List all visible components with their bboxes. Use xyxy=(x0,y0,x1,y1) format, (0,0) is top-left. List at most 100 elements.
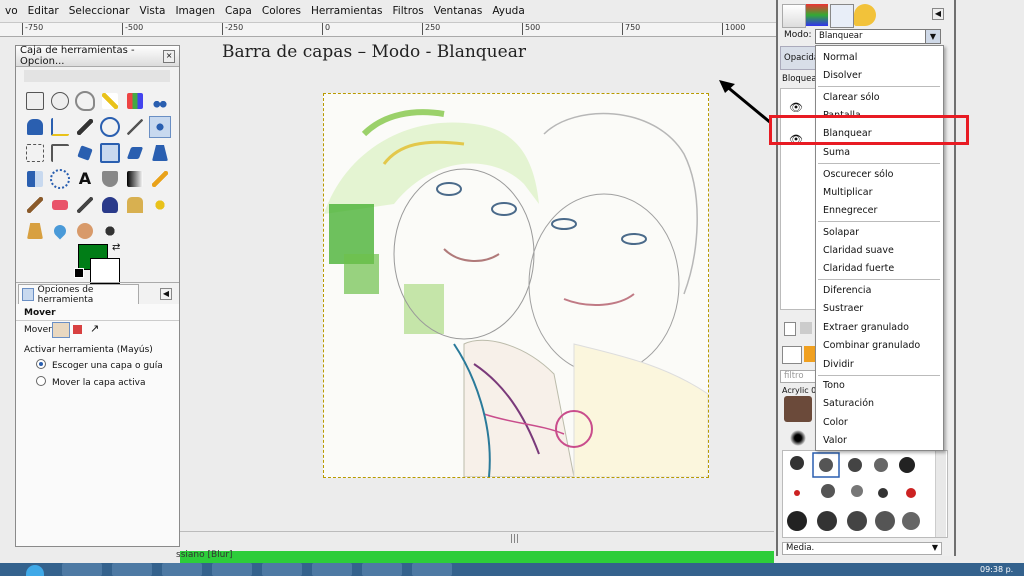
text-tool-icon[interactable]: A xyxy=(74,168,96,190)
mode-option-combinar-granulado[interactable]: Combinar granulado xyxy=(823,340,920,351)
brushes-tab-icon[interactable] xyxy=(782,346,802,364)
menu-item-ventanas[interactable]: Ventanas xyxy=(429,5,488,17)
blend-tool-icon[interactable] xyxy=(124,168,146,190)
taskbar-app-powerpoint[interactable] xyxy=(312,563,352,576)
move-path-mode-icon[interactable]: ↗ xyxy=(90,322,99,335)
crop-tool-icon[interactable] xyxy=(49,142,71,164)
ellipse-select-tool-icon[interactable] xyxy=(49,90,71,112)
paintbrush-tool-icon[interactable] xyxy=(24,194,46,216)
taskbar-app-chrome[interactable] xyxy=(112,563,152,576)
toolbox-titlebar[interactable]: Caja de herramientas - Opcion... × xyxy=(16,45,179,67)
paths-tool-icon[interactable] xyxy=(49,116,71,138)
media-select[interactable]: Media. ▼ xyxy=(782,542,942,555)
zoom-tool-icon[interactable] xyxy=(99,116,121,138)
brushes-grid[interactable] xyxy=(782,450,948,538)
mode-option-ennegrecer[interactable]: Ennegrecer xyxy=(823,205,877,216)
pencil-tool-icon[interactable] xyxy=(149,168,171,190)
measure-tool-icon[interactable] xyxy=(124,116,146,138)
tab-menu-icon[interactable]: ◀ xyxy=(160,288,172,300)
chevron-down-icon[interactable]: ▼ xyxy=(925,30,940,43)
close-icon[interactable]: × xyxy=(163,49,175,63)
airbrush-tool-icon[interactable] xyxy=(74,194,96,216)
rect-select-tool-icon[interactable] xyxy=(24,90,46,112)
mode-option-multiplicar[interactable]: Multiplicar xyxy=(823,187,872,198)
clone-tool-icon[interactable] xyxy=(124,194,146,216)
taskbar-app-gimp[interactable] xyxy=(262,563,302,576)
menu-item-herramientas[interactable]: Herramientas xyxy=(306,5,388,17)
menu-item-vista-partial[interactable]: vo xyxy=(0,5,23,17)
mode-option-tono[interactable]: Tono xyxy=(823,380,845,391)
scale-tool-icon[interactable] xyxy=(99,142,121,164)
menu-item-capa[interactable]: Capa xyxy=(220,5,257,17)
mode-option-diferencia[interactable]: Diferencia xyxy=(823,285,871,296)
ink-tool-icon[interactable] xyxy=(99,194,121,216)
background-color-swatch[interactable] xyxy=(90,258,120,284)
move-selection-mode-icon[interactable] xyxy=(73,325,82,334)
rotate-tool-icon[interactable] xyxy=(74,142,96,164)
mode-option-disolver[interactable]: Disolver xyxy=(823,70,862,81)
toolbox-drag-handle[interactable] xyxy=(24,70,170,82)
cage-tool-icon[interactable] xyxy=(49,168,71,190)
mode-option-oscurecer-s-lo[interactable]: Oscurecer sólo xyxy=(823,169,893,180)
radio-move-active-layer[interactable]: Mover la capa activa xyxy=(36,376,145,388)
taskbar-app-gimp-2[interactable] xyxy=(412,563,452,576)
taskbar-app-word[interactable] xyxy=(362,563,402,576)
filter-input[interactable]: filtro xyxy=(780,370,820,383)
start-button-icon[interactable] xyxy=(26,565,44,576)
heal-tool-icon[interactable] xyxy=(149,194,171,216)
undo-history-tab-icon[interactable] xyxy=(854,4,876,26)
mode-option-sustraer[interactable]: Sustraer xyxy=(823,303,863,314)
menu-item-vista[interactable]: Vista xyxy=(135,5,171,17)
mode-option-solapar[interactable]: Solapar xyxy=(823,227,859,238)
mode-select[interactable]: Blanquear ▼ xyxy=(815,29,941,44)
horizontal-scrollbar[interactable]: ||| xyxy=(180,531,774,550)
tab-tool-options[interactable]: Opciones de herramienta xyxy=(18,284,139,305)
bucket-fill-tool-icon[interactable] xyxy=(99,168,121,190)
mode-option-color[interactable]: Color xyxy=(823,417,848,428)
taskbar-app-explorer[interactable] xyxy=(62,563,102,576)
taskbar-app-chrome-2[interactable] xyxy=(212,563,252,576)
channels-tab-icon[interactable] xyxy=(806,4,828,26)
move-tool-icon[interactable] xyxy=(149,116,171,138)
foreground-select-tool-icon[interactable] xyxy=(24,116,46,138)
swap-colors-icon[interactable]: ⇄ xyxy=(112,242,120,253)
blur-tool-icon[interactable] xyxy=(49,220,71,242)
flip-tool-icon[interactable] xyxy=(24,168,46,190)
color-select-tool-icon[interactable] xyxy=(124,90,146,112)
mode-option-dividir[interactable]: Dividir xyxy=(823,359,854,370)
mode-option-clarear-s-lo[interactable]: Clarear sólo xyxy=(823,92,880,103)
mode-option-normal[interactable]: Normal xyxy=(823,52,857,63)
mode-option-extraer-granulado[interactable]: Extraer granulado xyxy=(823,322,909,333)
mode-option-suma[interactable]: Suma xyxy=(823,147,850,158)
mode-option-valor[interactable]: Valor xyxy=(823,435,847,446)
default-colors-icon[interactable] xyxy=(74,268,84,278)
taskbar-app-folder[interactable] xyxy=(162,563,202,576)
lasso-tool-icon[interactable] xyxy=(74,90,96,112)
menu-item-seleccionar[interactable]: Seleccionar xyxy=(64,5,135,17)
layer-action-icon[interactable] xyxy=(800,322,812,334)
mode-option-saturaci-n[interactable]: Saturación xyxy=(823,398,874,409)
layers-tab-icon[interactable] xyxy=(782,4,806,28)
menu-item-ayuda[interactable]: Ayuda xyxy=(487,5,529,17)
eraser-tool-icon[interactable] xyxy=(49,194,71,216)
perspective-clone-tool-icon[interactable] xyxy=(24,220,46,242)
scissors-tool-icon[interactable] xyxy=(149,90,171,112)
smudge-tool-icon[interactable] xyxy=(74,220,96,242)
menu-item-imagen[interactable]: Imagen xyxy=(170,5,220,17)
move-layer-mode-icon[interactable] xyxy=(52,322,70,338)
perspective-tool-icon[interactable] xyxy=(149,142,171,164)
shear-tool-icon[interactable] xyxy=(124,142,146,164)
image-layer-photo[interactable] xyxy=(323,93,709,478)
mode-option-claridad-suave[interactable]: Claridad suave xyxy=(823,245,894,256)
dodge-burn-tool-icon[interactable] xyxy=(99,220,121,242)
brushes-scrollbar[interactable] xyxy=(935,451,946,537)
new-layer-icon[interactable] xyxy=(784,322,796,336)
color-picker-tool-icon[interactable] xyxy=(74,116,96,138)
dock-menu-icon[interactable]: ◀ xyxy=(932,8,944,20)
fuzzy-select-tool-icon[interactable] xyxy=(99,90,121,112)
paths-tab-icon[interactable] xyxy=(830,4,854,28)
align-tool-icon[interactable] xyxy=(24,142,46,164)
menu-item-editar[interactable]: Editar xyxy=(23,5,64,17)
menu-item-colores[interactable]: Colores xyxy=(257,5,306,17)
menu-item-filtros[interactable]: Filtros xyxy=(388,5,429,17)
